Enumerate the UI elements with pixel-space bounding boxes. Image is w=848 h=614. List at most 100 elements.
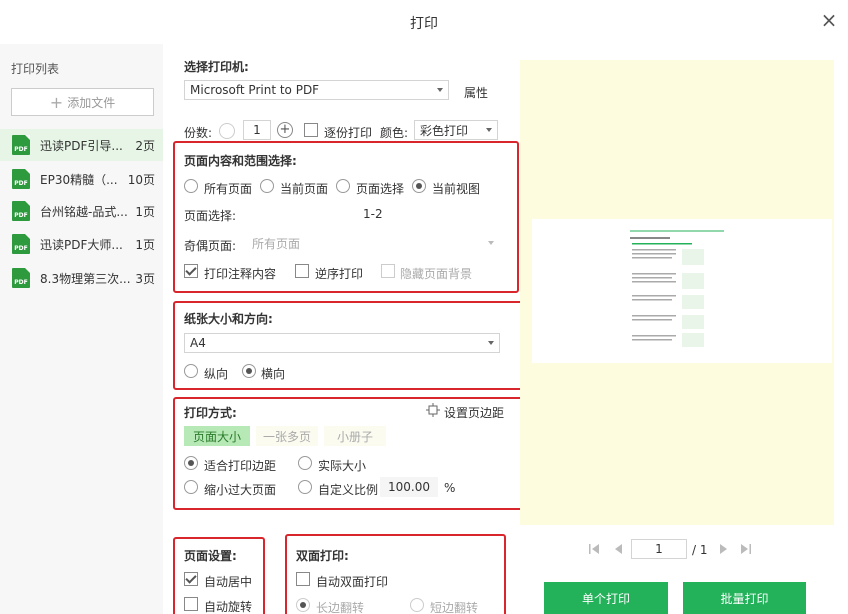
radio-custom-scale[interactable]	[298, 480, 312, 494]
radio-actual-size-label: 实际大小	[318, 459, 367, 473]
auto-rotate-checkbox[interactable]	[184, 597, 198, 611]
radio-current-view[interactable]	[412, 179, 426, 193]
file-pages: 1页	[135, 204, 155, 219]
page-number-input[interactable]: 1	[631, 539, 687, 559]
page-select-input[interactable]: 1-2	[363, 207, 383, 221]
auto-rotate-label: 自动旋转	[204, 600, 253, 614]
radio-all-pages-label: 所有页面	[204, 182, 253, 196]
pdf-file-icon: PDF	[12, 169, 30, 189]
print-annotations-label: 打印注释内容	[204, 267, 277, 281]
minus-icon[interactable]	[219, 123, 235, 139]
copies-input[interactable]: 1	[243, 120, 271, 140]
chevron-down-icon	[488, 241, 494, 245]
radio-landscape[interactable]	[242, 364, 256, 378]
tab-booklet[interactable]: 小册子	[324, 426, 386, 446]
prev-page-icon[interactable]	[612, 543, 624, 555]
scale-input[interactable]: 100.00	[380, 477, 438, 497]
file-item[interactable]: PDF 台州铭越-品式... 1页	[0, 195, 163, 227]
pdf-file-icon: PDF	[12, 201, 30, 221]
pdf-file-icon: PDF	[12, 234, 30, 254]
file-name: 台州铭越-品式...	[40, 204, 128, 219]
page-range-title: 页面内容和范围选择:	[184, 154, 297, 168]
printer-select[interactable]: Microsoft Print to PDF	[184, 80, 449, 100]
chevron-down-icon	[488, 341, 494, 345]
radio-page-select-label: 页面选择	[356, 182, 405, 196]
first-page-icon[interactable]	[588, 543, 600, 555]
paper-size-select[interactable]: A4	[184, 333, 500, 353]
radio-portrait-label: 纵向	[204, 367, 229, 381]
auto-center-label: 自动居中	[204, 575, 253, 589]
duplex-title: 双面打印:	[296, 549, 349, 563]
radio-short-edge-label: 短边翻转	[430, 601, 479, 614]
radio-long-edge-label: 长边翻转	[316, 601, 365, 614]
page-select-label: 页面选择:	[184, 209, 237, 223]
chevron-down-icon	[437, 88, 443, 92]
dialog-title: 打印	[410, 16, 438, 32]
radio-current-page[interactable]	[260, 179, 274, 193]
color-label: 颜色:	[380, 126, 409, 140]
file-name: 迅读PDF引导...	[40, 138, 123, 153]
file-pages: 3页	[135, 271, 155, 286]
radio-page-select[interactable]	[336, 179, 350, 193]
odd-even-label: 奇偶页面:	[184, 239, 237, 253]
radio-actual-size[interactable]	[298, 456, 312, 470]
radio-short-edge[interactable]	[410, 598, 424, 612]
radio-current-view-label: 当前视图	[432, 182, 481, 196]
radio-all-pages[interactable]	[184, 179, 198, 193]
margin-settings-icon[interactable]	[426, 403, 440, 417]
collate-checkbox[interactable]	[304, 123, 318, 137]
copies-label: 份数:	[184, 126, 213, 140]
file-item[interactable]: PDF 迅读PDF引导... 2页	[0, 129, 163, 161]
odd-even-select[interactable]: 所有页面	[246, 233, 500, 253]
auto-duplex-label: 自动双面打印	[316, 575, 389, 589]
color-select[interactable]: 彩色打印	[414, 120, 498, 140]
chevron-down-icon	[486, 128, 492, 132]
radio-landscape-label: 横向	[261, 367, 286, 381]
file-item[interactable]: PDF 迅读PDF大师... 1页	[0, 228, 163, 260]
printer-value: Microsoft Print to PDF	[190, 83, 320, 97]
radio-long-edge[interactable]	[296, 598, 310, 612]
auto-duplex-checkbox[interactable]	[296, 572, 310, 586]
radio-fit-margins-label: 适合打印边距	[204, 459, 277, 473]
percent-label: %	[444, 481, 456, 495]
radio-current-page-label: 当前页面	[280, 182, 329, 196]
file-item[interactable]: PDF EP30精髓（... 10页	[0, 163, 163, 195]
reverse-order-label: 逆序打印	[315, 267, 364, 281]
radio-shrink-oversized[interactable]	[184, 480, 198, 494]
file-item[interactable]: PDF 8.3物理第三次... 3页	[0, 262, 163, 294]
file-pages: 10页	[127, 172, 155, 187]
set-margins-link[interactable]: 设置页边距	[444, 404, 504, 421]
total-pages-label: / 1	[692, 543, 708, 557]
reverse-order-checkbox[interactable]	[295, 264, 309, 278]
file-name: EP30精髓（...	[40, 172, 118, 187]
pdf-file-icon: PDF	[12, 268, 30, 288]
print-mode-title: 打印方式:	[184, 406, 237, 420]
file-name: 8.3物理第三次...	[40, 271, 131, 286]
last-page-icon[interactable]	[740, 543, 752, 555]
radio-shrink-oversized-label: 缩小过大页面	[204, 483, 277, 497]
collate-label: 逐份打印	[324, 126, 373, 140]
file-pages: 1页	[135, 237, 155, 252]
paper-size-value: A4	[190, 336, 206, 350]
preview-thumbnail	[628, 227, 724, 353]
batch-print-button[interactable]: 批量打印	[683, 582, 806, 614]
radio-portrait[interactable]	[184, 364, 198, 378]
tab-page-size[interactable]: 页面大小	[184, 426, 250, 446]
add-file-label: 添加文件	[67, 95, 116, 110]
print-annotations-checkbox[interactable]	[184, 264, 198, 278]
auto-center-checkbox[interactable]	[184, 572, 198, 586]
plus-icon: +	[49, 92, 64, 112]
add-file-button[interactable]: + 添加文件	[11, 88, 154, 116]
file-pages: 2页	[135, 138, 155, 153]
radio-fit-margins[interactable]	[184, 456, 198, 470]
hide-background-checkbox[interactable]	[381, 264, 395, 278]
tab-multi-page[interactable]: 一张多页	[256, 426, 318, 446]
next-page-icon[interactable]	[718, 543, 730, 555]
hide-background-label: 隐藏页面背景	[400, 267, 473, 281]
plus-circle-icon[interactable]: +	[277, 122, 293, 138]
preview-page	[532, 219, 832, 363]
close-icon[interactable]: ×	[818, 9, 840, 31]
odd-even-value: 所有页面	[252, 236, 301, 251]
single-print-button[interactable]: 单个打印	[544, 582, 668, 614]
properties-link[interactable]: 属性	[464, 84, 488, 101]
